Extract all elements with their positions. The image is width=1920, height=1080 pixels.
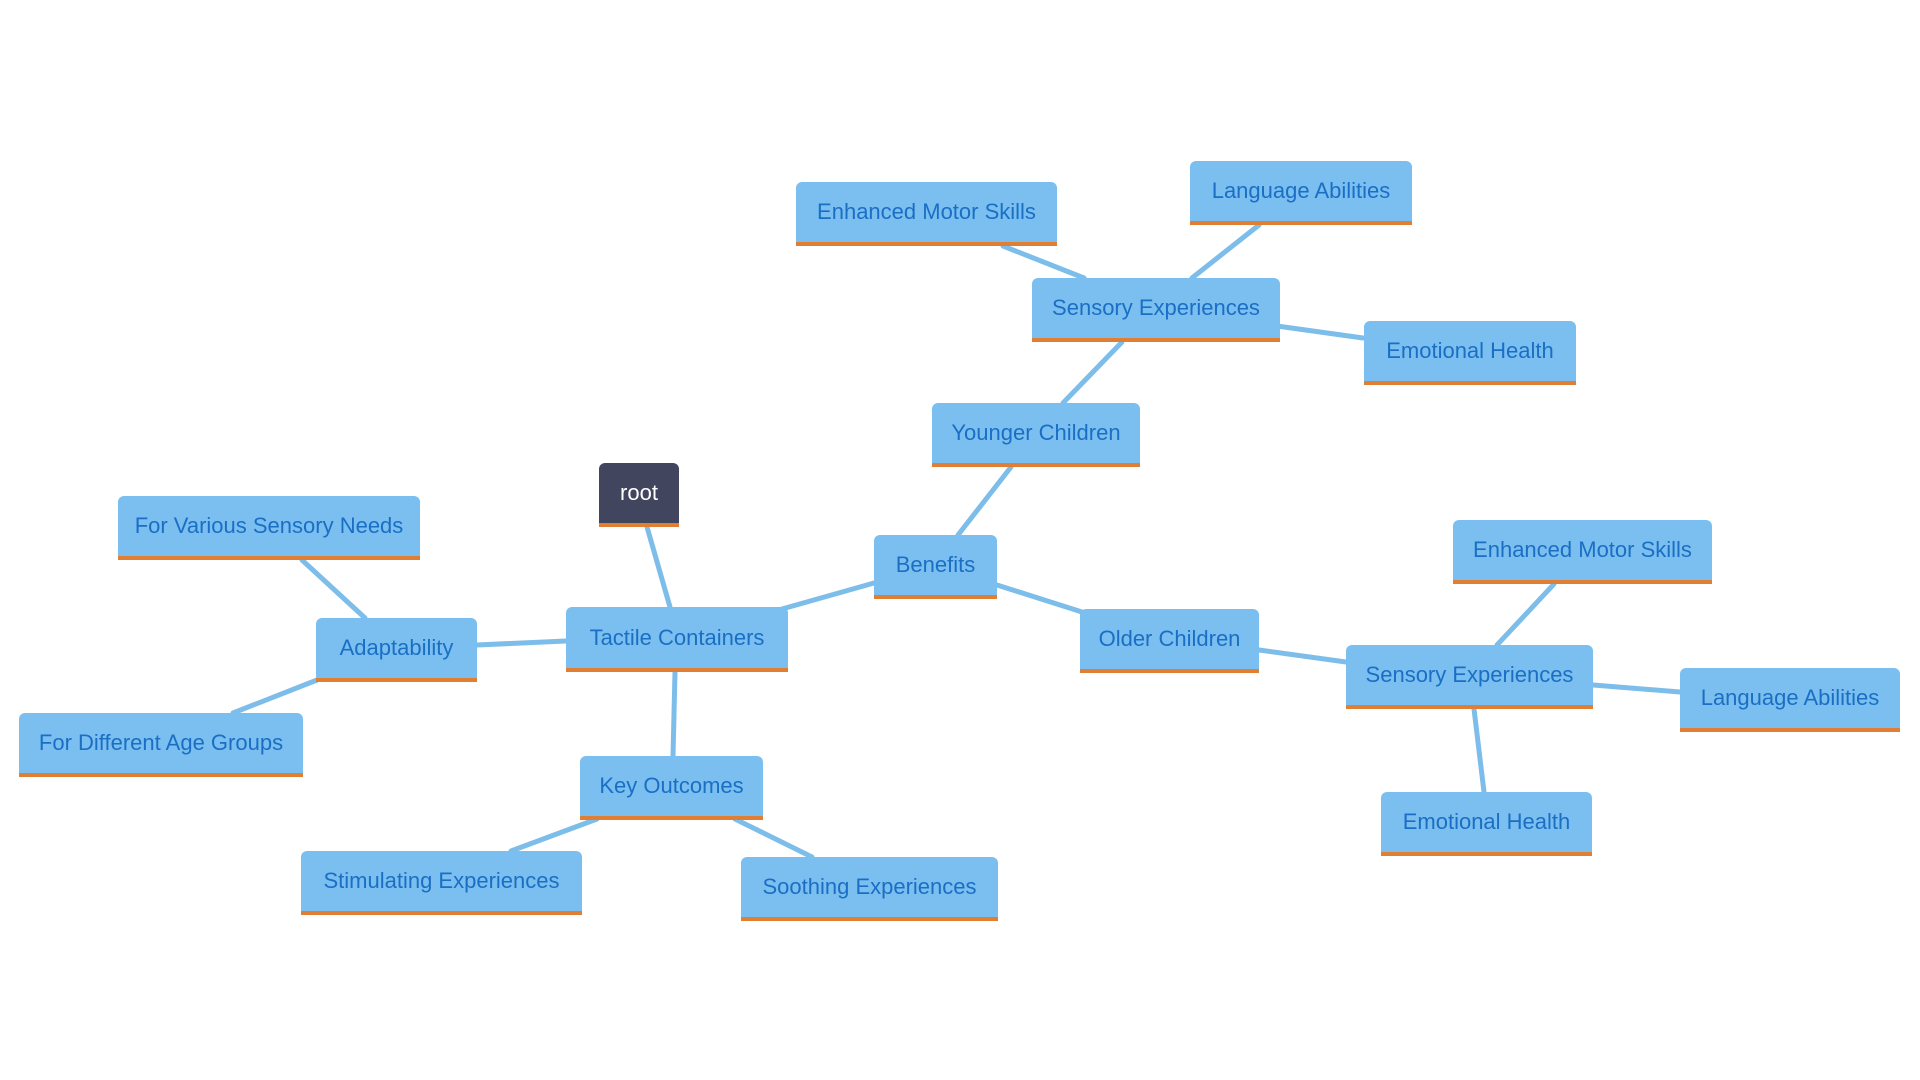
node-benefits[interactable]: Benefits	[874, 535, 997, 599]
edge-younger-sensory	[1060, 339, 1125, 406]
edge-sensory-emotional	[1274, 323, 1366, 341]
edge-sensory-motor-right	[1494, 581, 1557, 648]
node-for-different-age-groups[interactable]: For Different Age Groups	[19, 713, 303, 777]
edge-sensory-language-right	[1590, 682, 1683, 695]
edge-older-sensory	[1256, 647, 1349, 665]
node-adaptability[interactable]: Adaptability	[316, 618, 477, 682]
edge-tactile-benefits	[779, 580, 877, 612]
node-enhanced-motor-skills-younger[interactable]: Enhanced Motor Skills	[796, 182, 1057, 246]
edge-sensory-motor	[1000, 243, 1087, 281]
edge-adaptability-needs	[299, 557, 368, 621]
edge-adaptability-age	[230, 677, 320, 716]
edge-tactile-adaptability	[474, 638, 569, 648]
node-root[interactable]: root	[599, 463, 679, 527]
node-emotional-health-younger[interactable]: Emotional Health	[1364, 321, 1576, 385]
edge-root-tactile	[644, 524, 673, 610]
node-for-various-sensory-needs[interactable]: For Various Sensory Needs	[118, 496, 420, 560]
node-language-abilities-older[interactable]: Language Abilities	[1680, 668, 1900, 732]
edge-outcomes-stimulating	[508, 816, 600, 854]
node-younger-children[interactable]: Younger Children	[932, 403, 1140, 467]
node-tactile-containers[interactable]: Tactile Containers	[566, 607, 788, 672]
node-sensory-experiences-younger[interactable]: Sensory Experiences	[1032, 278, 1280, 342]
node-language-abilities-younger[interactable]: Language Abilities	[1190, 161, 1412, 225]
node-older-children[interactable]: Older Children	[1080, 609, 1259, 673]
edge-sensory-emotional-right	[1471, 706, 1487, 795]
node-key-outcomes[interactable]: Key Outcomes	[580, 756, 763, 820]
node-sensory-experiences-older[interactable]: Sensory Experiences	[1346, 645, 1593, 709]
node-emotional-health-older[interactable]: Emotional Health	[1381, 792, 1592, 856]
node-soothing-experiences[interactable]: Soothing Experiences	[741, 857, 998, 921]
node-enhanced-motor-skills-older[interactable]: Enhanced Motor Skills	[1453, 520, 1712, 584]
edge-tactile-outcomes	[670, 669, 678, 759]
edge-benefits-older	[994, 582, 1085, 615]
node-stimulating-experiences[interactable]: Stimulating Experiences	[301, 851, 582, 915]
edge-benefits-younger	[955, 464, 1014, 538]
edge-outcomes-soothing	[732, 816, 815, 860]
edge-sensory-language	[1189, 222, 1262, 281]
